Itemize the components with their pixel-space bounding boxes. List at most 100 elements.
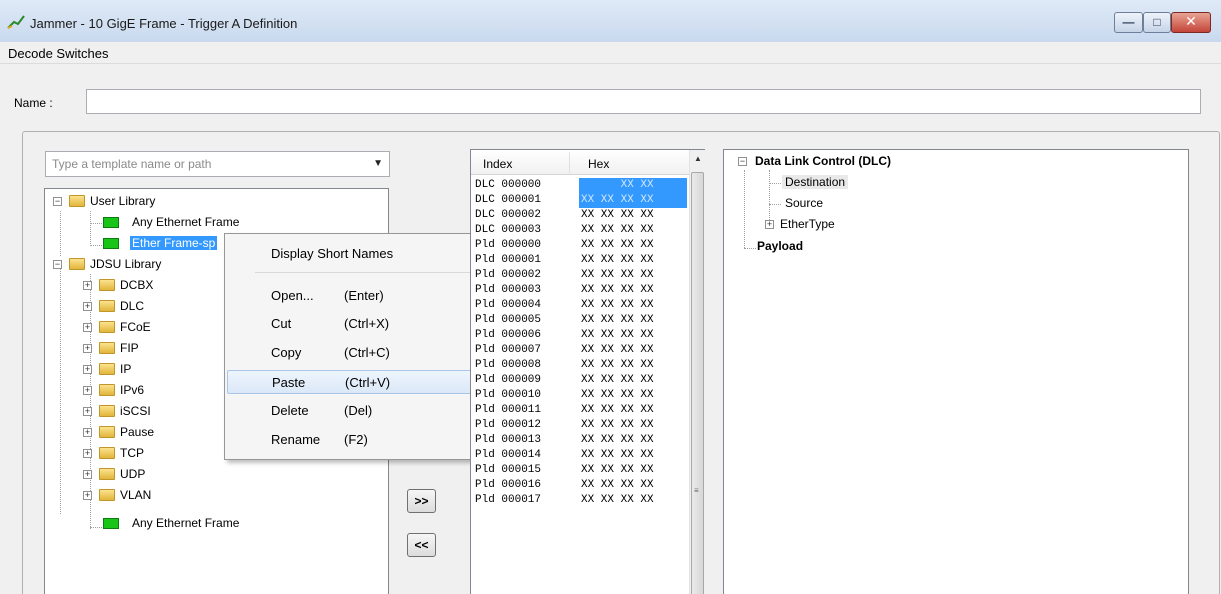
hex-row-index: Pld 000016 bbox=[475, 479, 542, 491]
hex-row-value[interactable]: XX XX XX XX bbox=[579, 208, 687, 223]
tree-item-label: Destination bbox=[782, 175, 849, 189]
tree-connector bbox=[90, 211, 91, 246]
tree-item-jdsu-library[interactable]: − JDSU Library bbox=[53, 256, 253, 274]
tree-item-udp[interactable]: + UDP bbox=[83, 466, 283, 484]
scroll-up-arrow-icon[interactable]: ▲ bbox=[694, 154, 702, 163]
tree-item-payload[interactable]: Payload bbox=[756, 238, 956, 256]
column-header-index[interactable]: Index bbox=[483, 157, 512, 171]
hex-row-index: Pld 000005 bbox=[475, 314, 542, 326]
add-to-definition-button[interactable]: >> bbox=[407, 489, 436, 513]
tree-item-label: Payload bbox=[757, 239, 804, 253]
menu-item-cut[interactable]: Cut (Ctrl+X) bbox=[227, 312, 483, 336]
hex-row-value[interactable]: XX XX XX XX bbox=[579, 403, 687, 418]
tree-connector bbox=[744, 170, 745, 248]
expand-icon[interactable]: + bbox=[83, 428, 92, 437]
tree-connector bbox=[90, 527, 104, 528]
collapse-icon[interactable]: − bbox=[53, 260, 62, 269]
hex-row-value[interactable]: XX XX XX XX bbox=[579, 238, 687, 253]
vertical-scrollbar[interactable]: ▲ ≡ bbox=[689, 150, 705, 594]
menu-item-label: Copy bbox=[271, 345, 302, 360]
tree-item-jdsu-any-ethernet-frame[interactable]: Any Ethernet Frame bbox=[103, 515, 303, 533]
tree-item-ethertype[interactable]: + EtherType bbox=[765, 216, 965, 234]
tree-item-any-ethernet-frame[interactable]: Any Ethernet Frame bbox=[103, 214, 303, 232]
expand-icon[interactable]: + bbox=[83, 323, 92, 332]
maximize-button[interactable]: □ bbox=[1143, 12, 1171, 33]
expand-icon[interactable]: + bbox=[765, 220, 774, 229]
expand-icon[interactable]: + bbox=[83, 407, 92, 416]
tree-item-label: JDSU Library bbox=[90, 257, 162, 271]
tree-item-label: FIP bbox=[120, 341, 139, 355]
menu-item-label: Cut bbox=[271, 316, 292, 331]
hex-row-index: Pld 000012 bbox=[475, 419, 542, 431]
menu-item-paste[interactable]: Paste (Ctrl+V) bbox=[227, 370, 483, 394]
hex-row-value[interactable]: XX XX XX XX bbox=[579, 433, 687, 448]
hex-row-value[interactable]: XX XX XX XX bbox=[579, 388, 687, 403]
menu-item-label: Rename bbox=[271, 432, 321, 447]
menu-item-shortcut: (Enter) bbox=[344, 288, 384, 303]
hex-row-value[interactable]: XX XX XX XX bbox=[579, 463, 687, 478]
maximize-icon: □ bbox=[1153, 15, 1161, 29]
menu-item-label: Delete bbox=[271, 403, 309, 418]
expand-icon[interactable]: + bbox=[83, 281, 92, 290]
expand-icon[interactable]: + bbox=[83, 491, 92, 500]
menu-item-shortcut: (F2) bbox=[344, 432, 368, 447]
column-divider bbox=[569, 152, 570, 173]
hex-row-value[interactable]: XX XX XX XX bbox=[579, 313, 687, 328]
tree-item-label: UDP bbox=[120, 467, 146, 481]
menu-item-copy[interactable]: Copy (Ctrl+C) bbox=[227, 341, 483, 365]
folder-icon bbox=[99, 279, 115, 291]
collapse-icon[interactable]: − bbox=[738, 157, 747, 166]
hex-row-value[interactable]: XX XX XX XX bbox=[579, 448, 687, 463]
expand-icon[interactable]: + bbox=[83, 386, 92, 395]
expand-icon[interactable]: + bbox=[83, 344, 92, 353]
protocol-field-tree[interactable]: − Data Link Control (DLC) Destination So… bbox=[723, 149, 1189, 594]
hex-row-value[interactable]: XX XX XX XX bbox=[579, 223, 687, 238]
close-button[interactable]: ✕ bbox=[1171, 12, 1211, 33]
expand-icon[interactable]: + bbox=[83, 470, 92, 479]
name-input[interactable] bbox=[86, 89, 1201, 114]
hex-row-value[interactable]: XX XX XX XX bbox=[579, 373, 687, 388]
remove-from-definition-button[interactable]: << bbox=[407, 533, 436, 557]
hex-row-index: DLC 000002 bbox=[475, 209, 542, 221]
column-header-hex[interactable]: Hex bbox=[588, 157, 609, 171]
dropdown-arrow-icon[interactable]: ▼ bbox=[373, 158, 383, 169]
hex-row-value[interactable]: XX XX bbox=[579, 178, 687, 193]
menu-decode-switches[interactable]: Decode Switches bbox=[8, 46, 108, 61]
folder-icon bbox=[99, 468, 115, 480]
expand-icon[interactable]: + bbox=[83, 365, 92, 374]
hex-row-value[interactable]: XX XX XX XX bbox=[579, 328, 687, 343]
tree-item-vlan[interactable]: + VLAN bbox=[83, 487, 283, 505]
hex-row-value[interactable]: XX XX XX XX bbox=[579, 493, 687, 508]
tree-connector bbox=[60, 211, 61, 256]
hex-row-index: DLC 000000 bbox=[475, 179, 542, 191]
menu-item-delete[interactable]: Delete (Del) bbox=[227, 399, 483, 423]
hex-row-value[interactable]: XX XX XX XX bbox=[579, 298, 687, 313]
hex-row-value[interactable]: XX XX XX XX bbox=[579, 193, 687, 208]
scrollbar-thumb[interactable]: ≡ bbox=[691, 172, 704, 594]
hex-row-value[interactable]: XX XX XX XX bbox=[579, 358, 687, 373]
folder-icon bbox=[69, 195, 85, 207]
menu-item-shortcut: (Ctrl+V) bbox=[345, 375, 391, 390]
tree-item-destination[interactable]: Destination bbox=[780, 174, 980, 192]
hex-row-index: Pld 000004 bbox=[475, 299, 542, 311]
expand-icon[interactable]: + bbox=[83, 302, 92, 311]
hex-grid[interactable]: Index Hex DLC 000000 XX XX DLC 000001 XX X… bbox=[470, 149, 705, 594]
hex-row-value[interactable]: XX XX XX XX bbox=[579, 253, 687, 268]
menu-item-display-short-names[interactable]: Display Short Names bbox=[227, 242, 483, 266]
hex-row-value[interactable]: XX XX XX XX bbox=[579, 283, 687, 298]
menu-item-open[interactable]: Open... (Enter) bbox=[227, 284, 483, 308]
tree-item-user-library[interactable]: − User Library bbox=[53, 193, 253, 211]
hex-row-value[interactable]: XX XX XX XX bbox=[579, 418, 687, 433]
collapse-icon[interactable]: − bbox=[53, 197, 62, 206]
template-search-combo[interactable]: Type a template name or path ▼ bbox=[45, 151, 390, 177]
hex-row-value[interactable]: XX XX XX XX bbox=[579, 478, 687, 493]
tree-item-source[interactable]: Source bbox=[780, 195, 980, 213]
expand-icon[interactable]: + bbox=[83, 449, 92, 458]
minimize-button[interactable]: — bbox=[1114, 12, 1143, 33]
hex-row-index: Pld 000008 bbox=[475, 359, 542, 371]
tree-item-dlc[interactable]: − Data Link Control (DLC) bbox=[738, 153, 1038, 171]
menu-item-rename[interactable]: Rename (F2) bbox=[227, 428, 483, 452]
hex-row-value[interactable]: XX XX XX XX bbox=[579, 268, 687, 283]
hex-row-value[interactable]: XX XX XX XX bbox=[579, 343, 687, 358]
hex-row-index: Pld 000015 bbox=[475, 464, 542, 476]
